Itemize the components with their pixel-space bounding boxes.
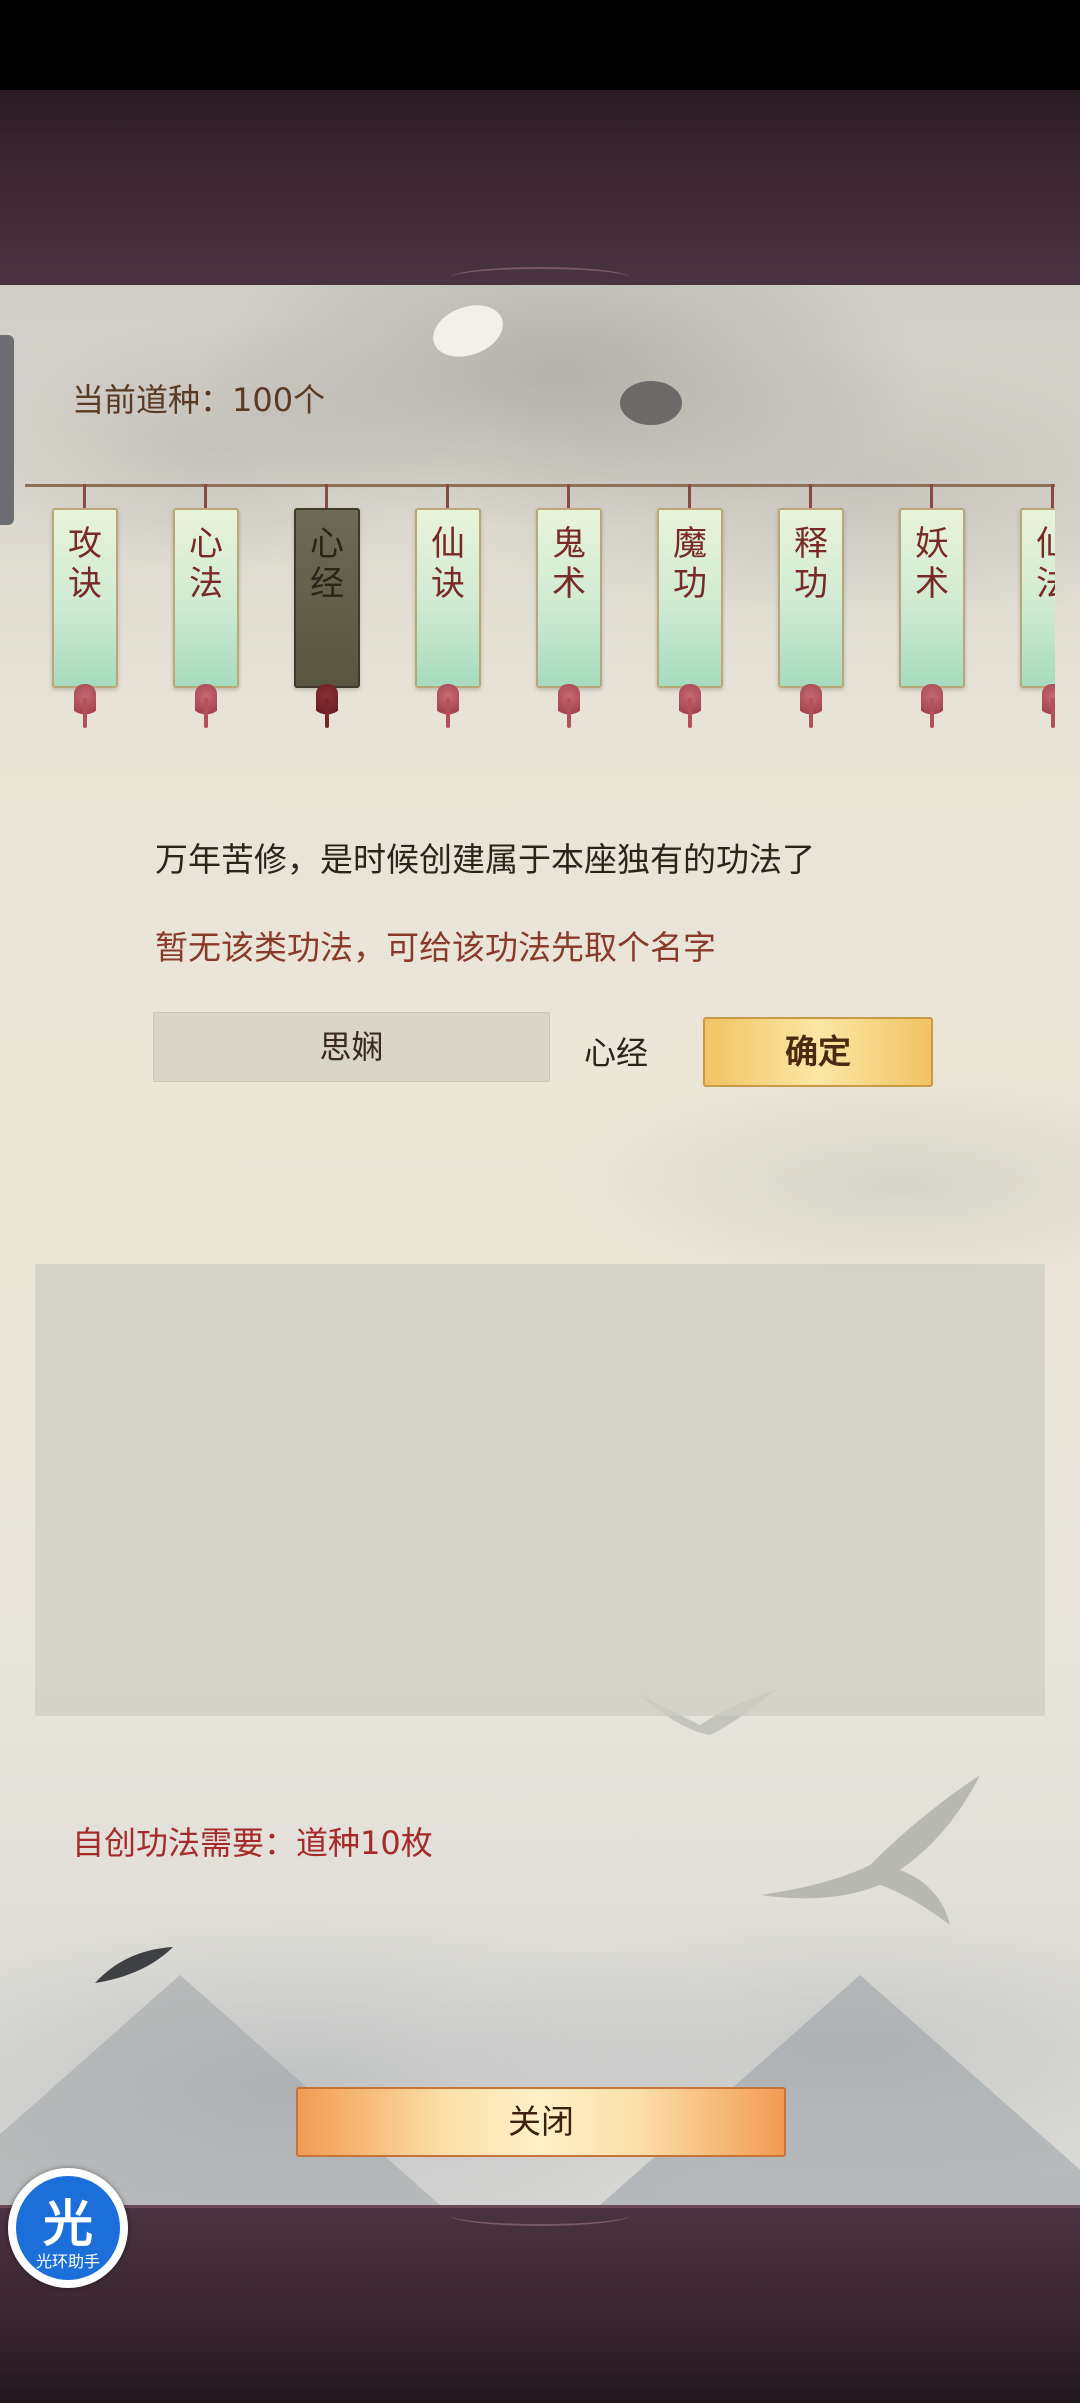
name-suffix-label: 心经 (584, 1034, 649, 1072)
bottom-frame (0, 2204, 1080, 2403)
top-frame (0, 90, 1080, 288)
tag-yaoshu[interactable]: 妖术 (899, 484, 965, 734)
seed-count: 当前道种：100个 (72, 381, 326, 419)
tag-shigong[interactable]: 释功 (778, 484, 844, 734)
close-button[interactable]: 关闭 (296, 2087, 786, 2157)
technique-detail-box (35, 1264, 1045, 1716)
category-tags: 攻诀 心法 心经 仙诀 鬼术 魔功 释功 妖术 仙法 (0, 484, 1055, 744)
creation-cost-text: 自创功法需要：道种10枚 (72, 1824, 433, 1862)
badge-caption: 光环助手 (35, 2252, 100, 2271)
tag-xianjue[interactable]: 仙诀 (415, 484, 481, 734)
tag-label: 攻诀 (68, 524, 102, 604)
crane-illustration (760, 1775, 980, 1925)
tag-xinfa[interactable]: 心法 (173, 484, 239, 734)
tag-label: 魔功 (673, 524, 707, 604)
confirm-button[interactable]: 确定 (703, 1017, 933, 1087)
badge-glyph: 光 (43, 2195, 93, 2253)
tag-label: 仙法 (1036, 524, 1055, 604)
tag-guishu[interactable]: 鬼术 (536, 484, 602, 734)
tag-label: 鬼术 (552, 524, 586, 604)
tag-label: 心法 (189, 524, 223, 604)
tag-label: 仙诀 (431, 524, 465, 604)
frame-ornament (450, 2204, 630, 2226)
tag-xianfa[interactable]: 仙法 (1020, 484, 1055, 734)
leaf-decoration (95, 1947, 173, 1983)
assistant-floating-badge[interactable]: 光 光环助手 (8, 2168, 128, 2288)
hint-text: 暂无该类功法，可给该功法先取个名字 (155, 928, 716, 967)
tag-gongjue[interactable]: 攻诀 (52, 484, 118, 734)
status-bar (0, 0, 1080, 90)
tag-xinjing[interactable]: 心经 (294, 484, 360, 734)
technique-name-input[interactable] (153, 1012, 550, 1082)
tag-label: 释功 (794, 524, 828, 604)
tag-mogong[interactable]: 魔功 (657, 484, 723, 734)
intro-text: 万年苦修，是时候创建属于本座独有的功法了 (155, 840, 815, 879)
yin-yang-orb-light (425, 296, 511, 366)
yin-yang-orb-dark (620, 381, 682, 425)
tag-label: 妖术 (915, 524, 949, 604)
tag-label: 心经 (310, 524, 344, 604)
